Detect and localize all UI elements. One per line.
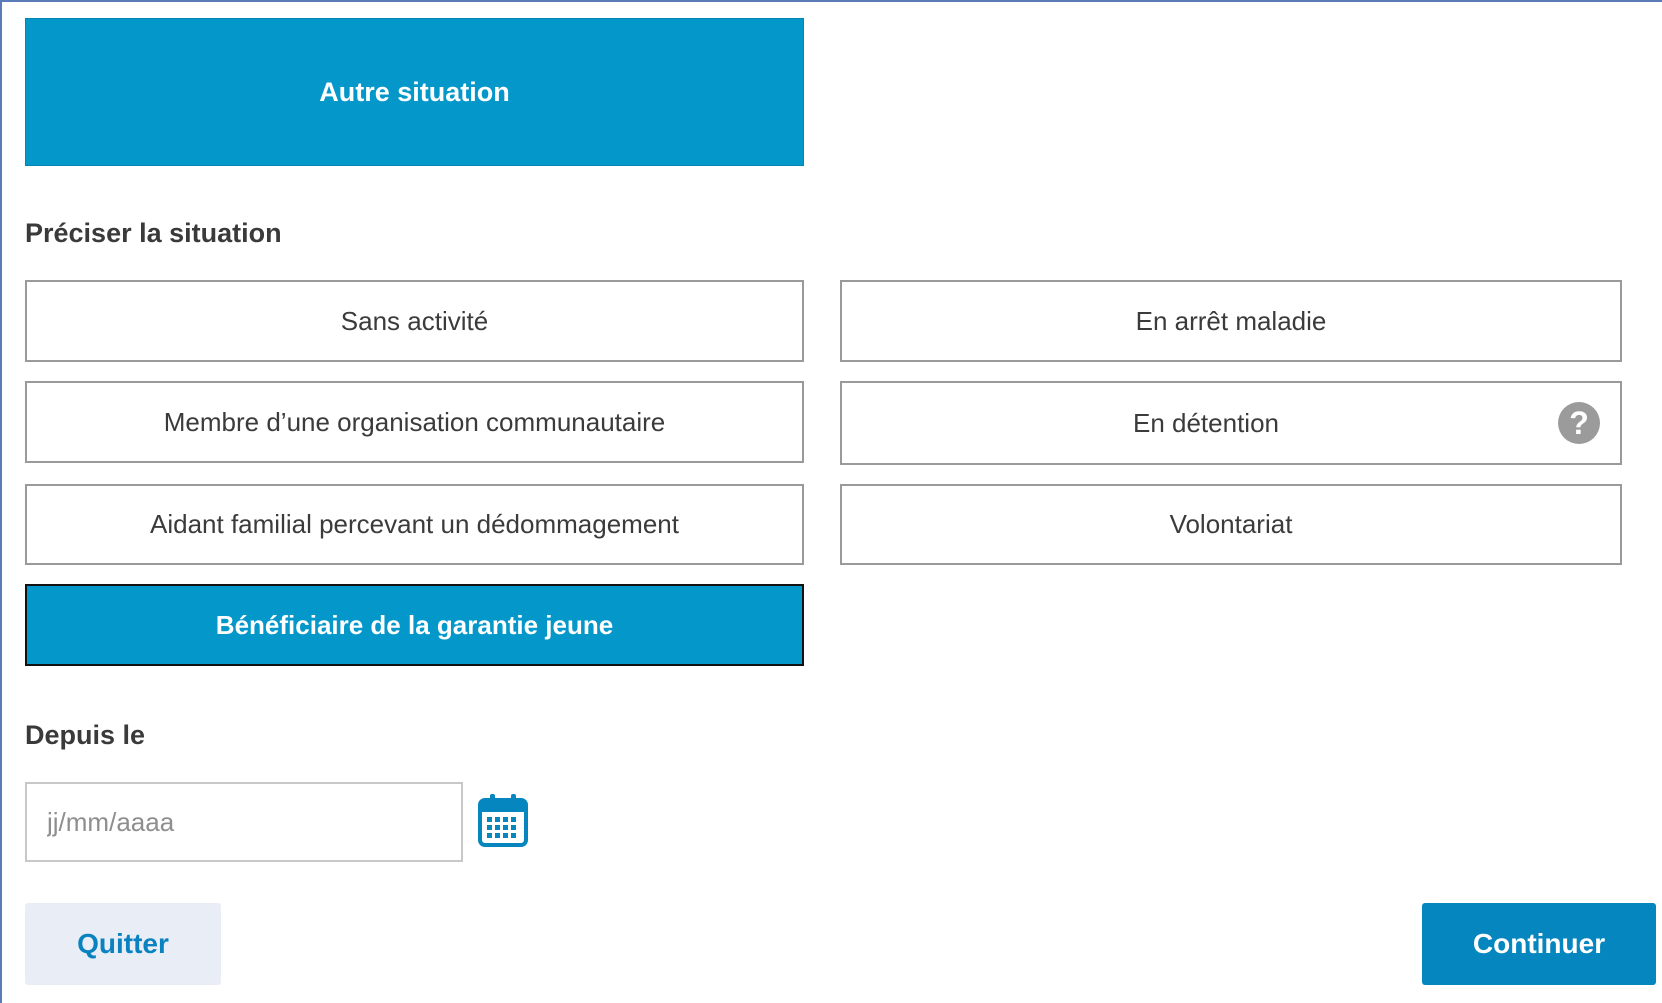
option-label: Volontariat — [1169, 509, 1293, 539]
quitter-button[interactable]: Quitter — [25, 903, 221, 985]
option-en-detention[interactable]: En détention ? — [840, 381, 1622, 465]
continuer-button[interactable]: Continuer — [1422, 903, 1656, 985]
calendar-icon[interactable] — [477, 792, 529, 848]
option-organisation-communautaire[interactable]: Membre d’une organisation communautaire — [25, 381, 804, 463]
option-label: Sans activité — [340, 305, 489, 336]
option-label: En arrêt maladie — [1135, 305, 1327, 336]
autre-situation-label: Autre situation — [319, 76, 510, 107]
question-circle-icon[interactable]: ? — [1558, 402, 1600, 444]
option-arret-maladie[interactable]: En arrêt maladie — [840, 280, 1622, 362]
option-label: Bénéficiaire de la garantie jeune — [215, 609, 614, 640]
option-aidant-familial[interactable]: Aidant familial percevant un dédommageme… — [25, 484, 804, 565]
preciser-situation-label: Préciser la situation — [25, 218, 282, 248]
date-input[interactable] — [25, 782, 463, 862]
option-garantie-jeune[interactable]: Bénéficiaire de la garantie jeune — [25, 584, 804, 666]
option-volontariat[interactable]: Volontariat — [840, 484, 1622, 565]
option-label: Aidant familial percevant un dédommageme… — [150, 509, 679, 539]
option-label: Membre d’une organisation communautaire — [163, 406, 666, 437]
option-sans-activite[interactable]: Sans activité — [25, 280, 804, 362]
option-label: En détention — [1132, 407, 1279, 438]
autre-situation-button[interactable]: Autre situation — [25, 18, 804, 166]
depuis-le-label: Depuis le — [25, 720, 146, 750]
